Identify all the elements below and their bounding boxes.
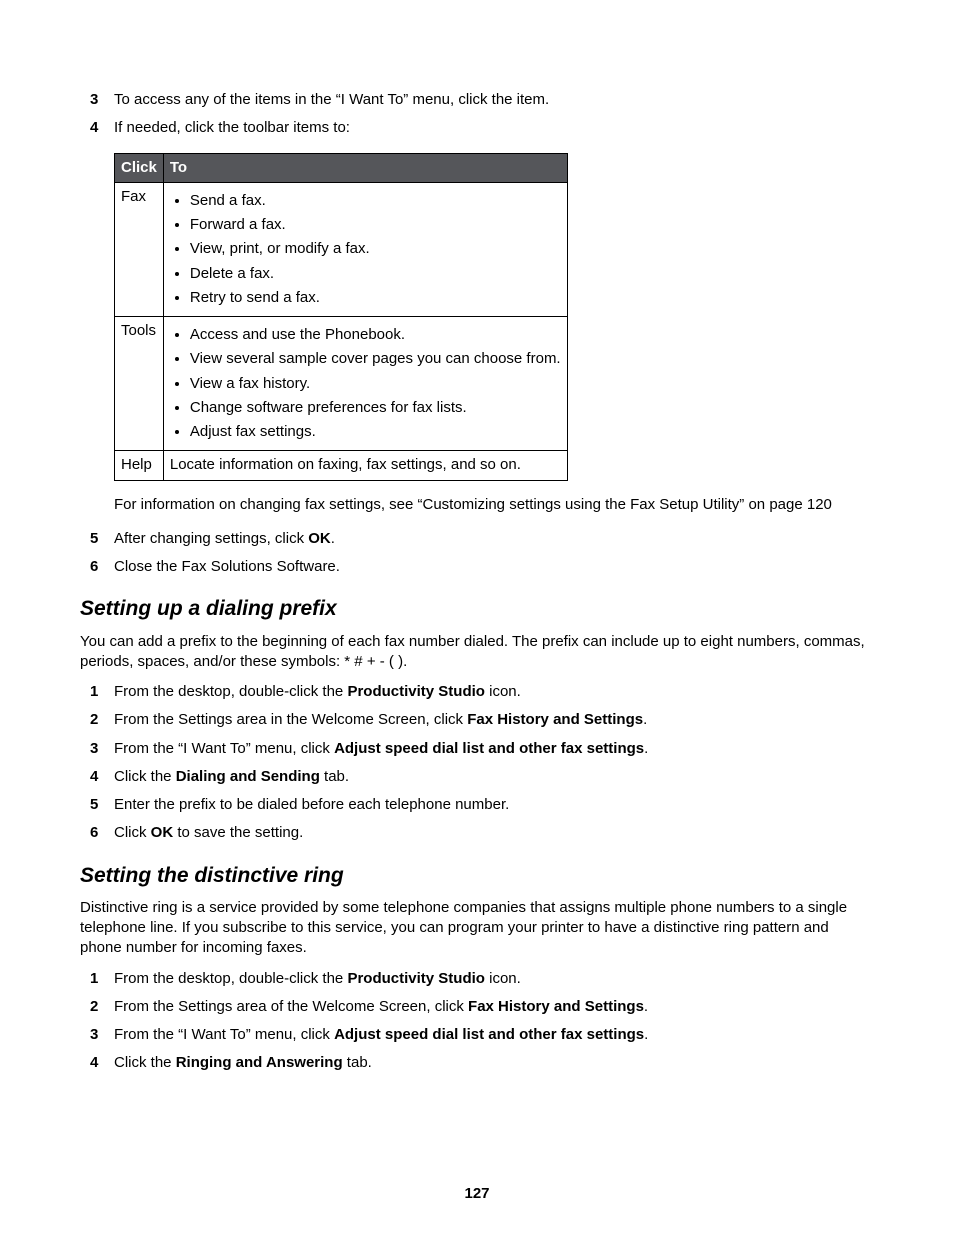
step-text-pre: From the desktop, double-click the: [114, 683, 347, 700]
page-number: 127: [80, 1184, 874, 1204]
s1-step-1: 1 From the desktop, double-click the Pro…: [114, 682, 874, 702]
table-row-help: Help Locate information on faxing, fax s…: [115, 451, 568, 480]
list-item: Delete a fax.: [190, 264, 561, 284]
s2-step-3: 3 From the “I Want To” menu, click Adjus…: [114, 1025, 874, 1045]
step-text-pre: From the “I Want To” menu, click: [114, 1026, 334, 1043]
step-text: Enter the prefix to be dialed before eac…: [114, 796, 509, 813]
step-text-pre: From the desktop, double-click the: [114, 970, 347, 987]
step-number: 1: [90, 969, 98, 989]
step-3: 3 To access any of the items in the “I W…: [114, 90, 874, 110]
s2-step-1: 1 From the desktop, double-click the Pro…: [114, 969, 874, 989]
step-text-bold: OK: [308, 530, 331, 547]
list-item: Access and use the Phonebook.: [190, 325, 561, 345]
s1-step-3: 3 From the “I Want To” menu, click Adjus…: [114, 739, 874, 759]
step-text-post: tab.: [320, 768, 349, 785]
step-6: 6 Close the Fax Solutions Software.: [114, 557, 874, 577]
step-text: To access any of the items in the “I Wan…: [114, 91, 549, 108]
step-text-post: .: [643, 711, 647, 728]
table-row-tools: Tools Access and use the Phonebook. View…: [115, 317, 568, 451]
list-item: Change software preferences for fax list…: [190, 398, 561, 418]
step-list-top-cont: 5 After changing settings, click OK. 6 C…: [80, 529, 874, 578]
heading-dialing-prefix: Setting up a dialing prefix: [80, 595, 874, 623]
toolbar-table: Click To Fax Send a fax. Forward a fax. …: [114, 153, 568, 481]
cell-help-label: Help: [115, 451, 164, 480]
step-number: 3: [90, 1025, 98, 1045]
step-text-bold: Productivity Studio: [347, 970, 485, 987]
step-list-section2: 1 From the desktop, double-click the Pro…: [80, 969, 874, 1074]
step-text: Close the Fax Solutions Software.: [114, 558, 340, 575]
step-number: 3: [90, 90, 98, 110]
step-text-bold: Adjust speed dial list and other fax set…: [334, 1026, 644, 1043]
s1-step-2: 2 From the Settings area in the Welcome …: [114, 710, 874, 730]
s1-step-5: 5 Enter the prefix to be dialed before e…: [114, 795, 874, 815]
cell-fax-content: Send a fax. Forward a fax. View, print, …: [163, 182, 567, 316]
toolbar-table-block: Click To Fax Send a fax. Forward a fax. …: [114, 153, 874, 481]
heading-distinctive-ring: Setting the distinctive ring: [80, 862, 874, 890]
step-text-pre: From the Settings area in the Welcome Sc…: [114, 711, 467, 728]
step-text-bold: Fax History and Settings: [468, 998, 644, 1015]
table-row-fax: Fax Send a fax. Forward a fax. View, pri…: [115, 182, 568, 316]
step-text-pre: Click: [114, 824, 151, 841]
list-item: Send a fax.: [190, 191, 561, 211]
list-item: Retry to send a fax.: [190, 288, 561, 308]
step-number: 6: [90, 823, 98, 843]
list-item: View several sample cover pages you can …: [190, 349, 561, 369]
step-number: 2: [90, 997, 98, 1017]
after-table-note: For information on changing fax settings…: [114, 495, 874, 515]
step-text-bold: Fax History and Settings: [467, 711, 643, 728]
step-4: 4 If needed, click the toolbar items to:: [114, 118, 874, 138]
step-text: If needed, click the toolbar items to:: [114, 119, 350, 136]
step-text-post: .: [644, 740, 648, 757]
step-number: 5: [90, 529, 98, 549]
step-number: 1: [90, 682, 98, 702]
list-item: Forward a fax.: [190, 215, 561, 235]
step-text-pre: From the Settings area of the Welcome Sc…: [114, 998, 468, 1015]
cell-tools-content: Access and use the Phonebook. View sever…: [163, 317, 567, 451]
step-number: 3: [90, 739, 98, 759]
step-text-post: to save the setting.: [173, 824, 303, 841]
list-item: View, print, or modify a fax.: [190, 239, 561, 259]
step-number: 4: [90, 1053, 98, 1073]
s1-step-6: 6 Click OK to save the setting.: [114, 823, 874, 843]
list-item: Adjust fax settings.: [190, 422, 561, 442]
intro-dialing-prefix: You can add a prefix to the beginning of…: [80, 632, 874, 673]
step-text-bold: Productivity Studio: [347, 683, 485, 700]
s2-step-2: 2 From the Settings area of the Welcome …: [114, 997, 874, 1017]
step-text-post: .: [331, 530, 335, 547]
cell-tools-label: Tools: [115, 317, 164, 451]
step-text-bold: Ringing and Answering: [176, 1054, 343, 1071]
step-number: 6: [90, 557, 98, 577]
step-number: 5: [90, 795, 98, 815]
step-text-bold: Dialing and Sending: [176, 768, 320, 785]
step-text-post: icon.: [485, 970, 521, 987]
step-text-pre: Click the: [114, 768, 176, 785]
step-text-pre: After changing settings, click: [114, 530, 308, 547]
cell-fax-label: Fax: [115, 182, 164, 316]
step-list-top: 3 To access any of the items in the “I W…: [80, 90, 874, 139]
step-text-post: .: [644, 998, 648, 1015]
step-number: 4: [90, 767, 98, 787]
step-text-pre: From the “I Want To” menu, click: [114, 740, 334, 757]
intro-distinctive-ring: Distinctive ring is a service provided b…: [80, 898, 874, 959]
step-text-pre: Click the: [114, 1054, 176, 1071]
step-text-post: .: [644, 1026, 648, 1043]
s1-step-4: 4 Click the Dialing and Sending tab.: [114, 767, 874, 787]
fax-list: Send a fax. Forward a fax. View, print, …: [170, 191, 561, 308]
step-text-post: icon.: [485, 683, 521, 700]
step-5: 5 After changing settings, click OK.: [114, 529, 874, 549]
step-text-bold: Adjust speed dial list and other fax set…: [334, 740, 644, 757]
step-number: 4: [90, 118, 98, 138]
step-list-section1: 1 From the desktop, double-click the Pro…: [80, 682, 874, 844]
step-text-post: tab.: [343, 1054, 372, 1071]
header-to: To: [163, 153, 567, 182]
tools-list: Access and use the Phonebook. View sever…: [170, 325, 561, 442]
list-item: View a fax history.: [190, 374, 561, 394]
step-number: 2: [90, 710, 98, 730]
cell-help-content: Locate information on faxing, fax settin…: [163, 451, 567, 480]
s2-step-4: 4 Click the Ringing and Answering tab.: [114, 1053, 874, 1073]
header-click: Click: [115, 153, 164, 182]
step-text-bold: OK: [151, 824, 174, 841]
table-header-row: Click To: [115, 153, 568, 182]
